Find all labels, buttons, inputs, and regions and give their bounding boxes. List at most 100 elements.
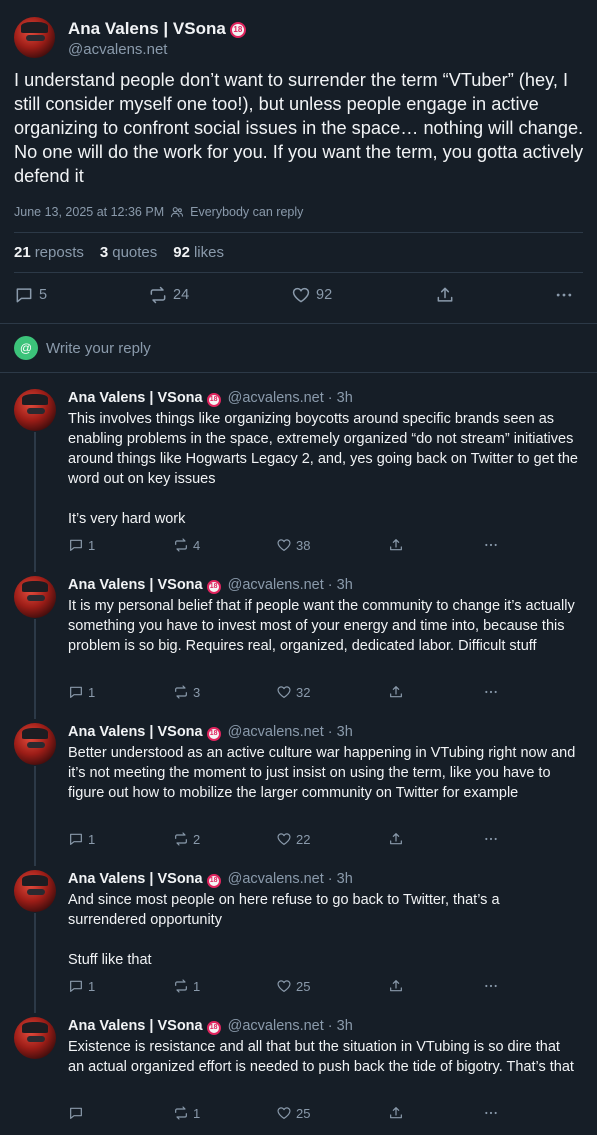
reply-button[interactable]: 1	[68, 537, 95, 553]
reply-text: Better understood as an active culture w…	[68, 745, 576, 801]
repost-count: 1	[193, 1105, 201, 1121]
reply-handle-time[interactable]: @acvalens.net · 3h	[228, 390, 353, 406]
reply-count: 1	[88, 684, 96, 700]
reply-count: 1	[88, 978, 96, 994]
repost-button[interactable]: 3	[173, 684, 200, 700]
likes-stat[interactable]: 92 likes	[173, 244, 224, 261]
reply-handle-time[interactable]: @acvalens.net · 3h	[228, 1018, 353, 1034]
repost-count: 1	[193, 978, 201, 994]
reply-text: Existence is resistance and all that but…	[68, 1039, 574, 1075]
share-icon	[390, 539, 402, 551]
age-badge: 18	[206, 727, 221, 741]
more-options-button[interactable]	[483, 978, 499, 994]
reply-author-avatar[interactable]	[14, 389, 56, 431]
quotes-stat[interactable]: 3 quotes	[100, 244, 157, 261]
heart-icon	[277, 980, 291, 992]
reposts-label: reposts	[34, 244, 84, 261]
reply-author-avatar[interactable]	[14, 1017, 56, 1059]
repost-icon	[175, 979, 187, 993]
post-timestamp[interactable]: June 13, 2025 at 12:36 PM	[14, 205, 164, 219]
share-button[interactable]	[435, 285, 455, 305]
share-button[interactable]	[388, 684, 404, 700]
repost-button[interactable]: 4	[173, 537, 200, 553]
reply-author-name[interactable]: Ana Valens | VSona	[68, 1018, 203, 1034]
repost-button[interactable]: 1	[173, 1105, 200, 1121]
thread-line	[34, 619, 36, 719]
reply-count: 1	[88, 537, 96, 553]
reply-author-avatar[interactable]	[14, 723, 56, 765]
repost-icon	[175, 1106, 187, 1120]
reply-button[interactable]: 1	[68, 684, 95, 700]
like-count: 32	[296, 684, 311, 700]
like-button[interactable]: 22	[276, 831, 310, 847]
more-options-button[interactable]	[554, 285, 574, 305]
share-icon	[437, 287, 453, 302]
reply-actions: 1 4 38	[68, 537, 508, 555]
reply-author-name[interactable]: Ana Valens | VSona	[68, 390, 203, 406]
reply-author-avatar[interactable]	[14, 870, 56, 912]
more-options-button[interactable]	[483, 684, 499, 700]
reply-button[interactable]: 5	[14, 285, 47, 305]
more-options-button[interactable]	[483, 1105, 499, 1121]
share-icon	[390, 833, 402, 845]
reply-author-name[interactable]: Ana Valens | VSona	[68, 724, 203, 740]
reply-actions: 1 3 32	[68, 684, 508, 702]
share-button[interactable]	[388, 1105, 404, 1121]
quotes-count: 3	[99, 244, 109, 261]
reply-button[interactable]: 1	[68, 831, 95, 847]
thread-line	[34, 432, 36, 572]
reply-count: 5	[39, 287, 48, 303]
share-icon	[390, 686, 402, 698]
user-avatar-icon: @	[14, 336, 38, 360]
more-options-button[interactable]	[483, 537, 499, 553]
comment-icon	[70, 686, 82, 698]
like-button[interactable]: 32	[276, 684, 310, 700]
reply-handle-time[interactable]: @acvalens.net · 3h	[228, 871, 353, 887]
comment-icon	[70, 980, 82, 992]
heart-icon	[277, 686, 291, 698]
more-icon	[556, 293, 572, 297]
reply-header: Ana Valens | VSona 18 @acvalens.net · 3h	[68, 390, 353, 407]
reply-author-avatar[interactable]	[14, 576, 56, 618]
age-badge: 18	[206, 1021, 221, 1035]
reply-setting[interactable]: Everybody can reply	[190, 205, 303, 219]
share-button[interactable]	[388, 831, 404, 847]
reply-placeholder[interactable]: Write your reply	[46, 340, 151, 357]
like-button[interactable]: 25	[276, 1105, 310, 1121]
like-button[interactable]: 38	[276, 537, 310, 553]
reply-author-name[interactable]: Ana Valens | VSona	[68, 871, 203, 887]
reply-actions: 1 2 22	[68, 831, 508, 849]
comment-icon	[70, 1107, 82, 1119]
more-icon	[485, 690, 497, 694]
reply-handle-time[interactable]: @acvalens.net · 3h	[228, 724, 353, 740]
share-button[interactable]	[388, 978, 404, 994]
reply-handle-time[interactable]: @acvalens.net · 3h	[228, 577, 353, 593]
people-icon	[171, 207, 184, 218]
comment-icon	[16, 288, 32, 303]
reply-actions: 1 1 25	[68, 978, 508, 996]
repost-count: 2	[193, 831, 201, 847]
share-icon	[390, 1107, 402, 1119]
author-avatar[interactable]	[14, 17, 55, 58]
like-button[interactable]: 25	[276, 978, 310, 994]
more-options-button[interactable]	[483, 831, 499, 847]
reposts-stat[interactable]: 21 reposts	[14, 244, 84, 261]
share-button[interactable]	[388, 537, 404, 553]
repost-button[interactable]: 1	[173, 978, 200, 994]
author-handle[interactable]: @acvalens.net	[68, 41, 167, 58]
post-meta: June 13, 2025 at 12:36 PM Everybody can …	[14, 205, 303, 219]
reply-actions: 1 25	[68, 1105, 508, 1123]
reply-button[interactable]	[68, 1105, 88, 1121]
heart-icon	[277, 1107, 291, 1119]
author-name[interactable]: Ana Valens | VSona 18	[68, 19, 246, 39]
post-stats: 21 reposts 3 quotes 92 likes	[14, 244, 224, 261]
age-badge: 18	[206, 874, 221, 888]
repost-button[interactable]: 24	[148, 285, 189, 305]
heart-icon	[277, 833, 291, 845]
reply-author-name[interactable]: Ana Valens | VSona	[68, 577, 203, 593]
author-name-text[interactable]: Ana Valens | VSona	[68, 19, 226, 38]
reply-composer[interactable]: @ Write your reply	[14, 336, 151, 360]
like-button[interactable]: 92	[291, 285, 332, 305]
reply-button[interactable]: 1	[68, 978, 95, 994]
repost-button[interactable]: 2	[173, 831, 200, 847]
